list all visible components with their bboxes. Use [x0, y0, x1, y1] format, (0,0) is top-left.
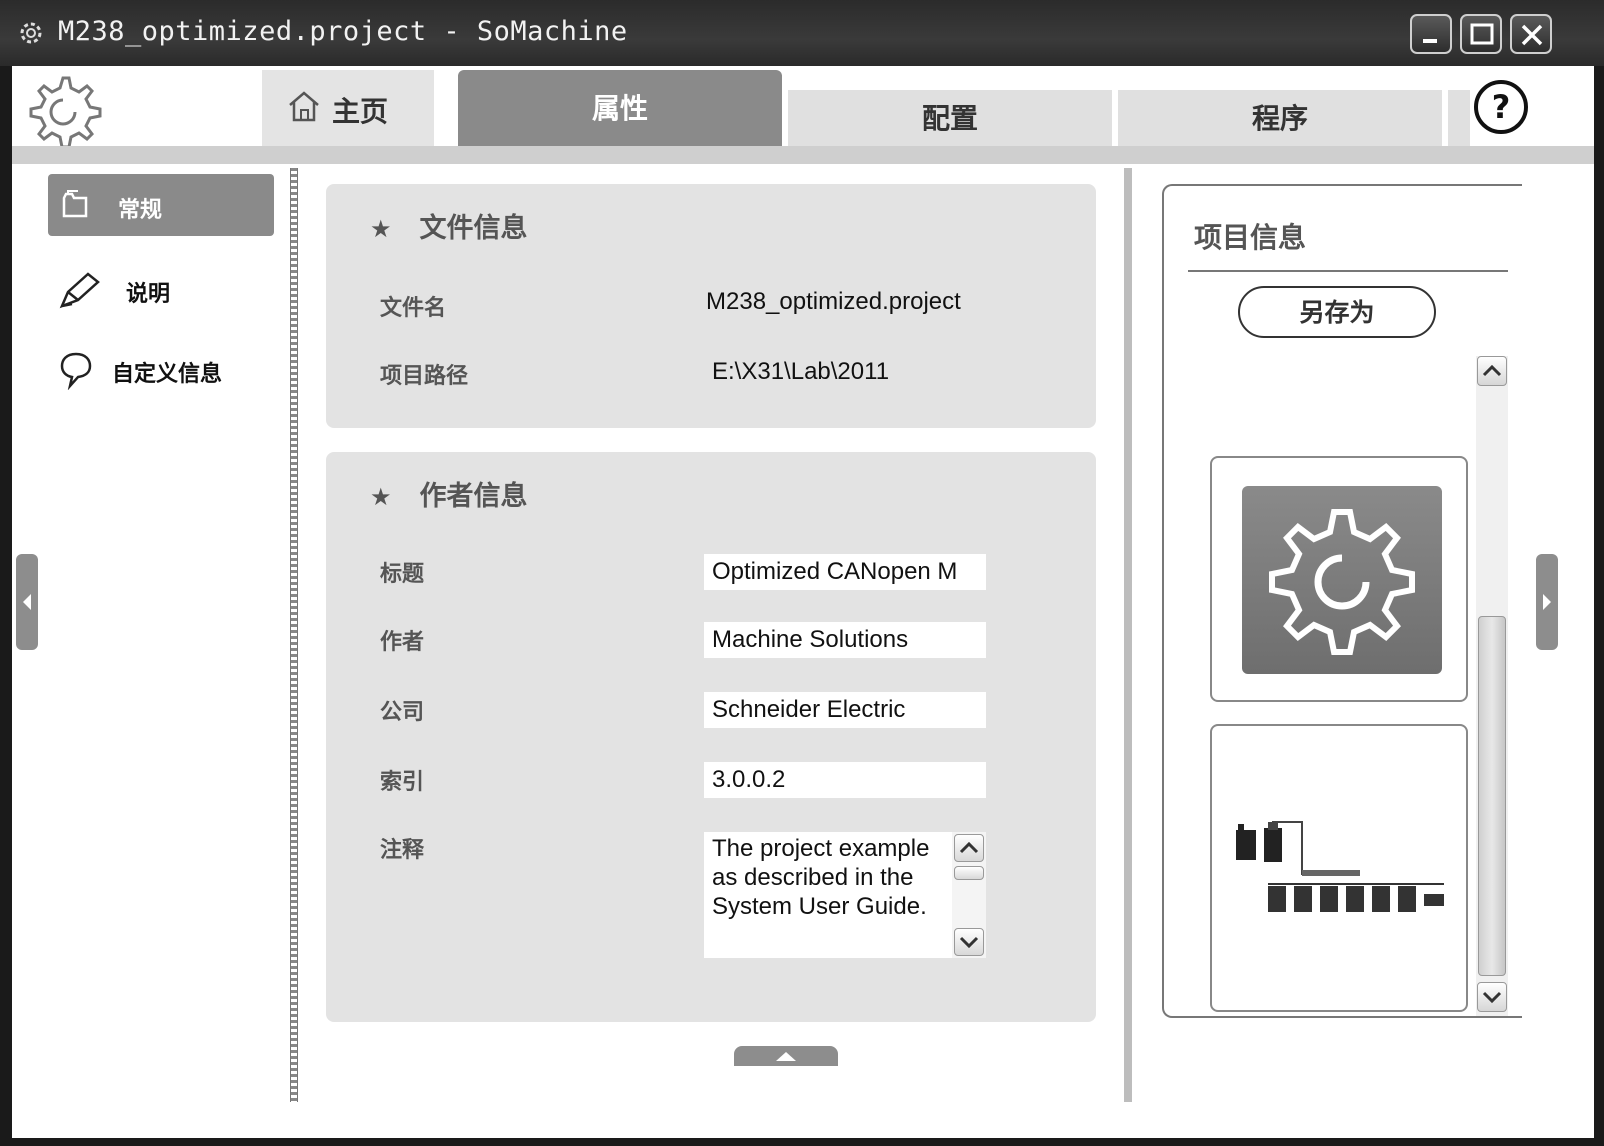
tab-properties[interactable]: 属性: [458, 70, 782, 148]
index-field[interactable]: 3.0.0.2: [704, 762, 986, 798]
gear-icon: [1269, 509, 1415, 655]
network-topology-icon: [1236, 821, 1444, 912]
bubble-icon: [60, 352, 92, 390]
center-splitter[interactable]: [1124, 168, 1132, 1102]
chevron-left-icon: [23, 594, 31, 610]
collapse-left-handle[interactable]: [16, 554, 38, 650]
folder-icon: [62, 190, 88, 218]
nav-custom-info-label: 自定义信息: [112, 362, 223, 387]
filename-label: 文件名: [380, 296, 447, 321]
divider: [1188, 270, 1508, 272]
author-info-title: ★ 作者信息: [370, 474, 528, 513]
somachine-logo-icon: [29, 76, 102, 149]
close-button[interactable]: [1510, 14, 1552, 54]
scroll-up-button[interactable]: [954, 834, 984, 862]
title-field[interactable]: Optimized CANopen M: [704, 554, 986, 590]
file-info-title-text: 文件信息: [419, 213, 528, 244]
maximize-button[interactable]: [1460, 14, 1502, 54]
nav-description-label: 说明: [126, 282, 171, 307]
tab-home[interactable]: 主页: [262, 70, 434, 148]
file-info-title: ★ 文件信息: [370, 206, 528, 245]
chevron-up-icon: [1482, 364, 1502, 377]
project-path-label: 项目路径: [380, 364, 469, 389]
window-title: M238_optimized.project - SoMachine: [58, 16, 628, 47]
minimize-button[interactable]: [1410, 14, 1452, 54]
project-thumbnail-topology[interactable]: [1210, 724, 1468, 1012]
gear-icon: [20, 22, 42, 44]
title-label: 标题: [380, 562, 425, 587]
gear-tile: [1242, 486, 1442, 674]
star-icon: ★: [370, 215, 392, 243]
left-splitter[interactable]: [290, 168, 298, 1102]
scroll-up-button[interactable]: [1477, 356, 1507, 386]
chevron-down-icon: [959, 936, 979, 949]
help-icon[interactable]: ?: [1472, 78, 1530, 136]
star-icon: ★: [370, 483, 392, 511]
chevron-up-icon: [776, 1052, 796, 1061]
comment-scrollbar[interactable]: [952, 832, 986, 958]
index-label: 索引: [380, 770, 425, 795]
app-window: M238_optimized.project - SoMachine 主页 属性…: [0, 0, 1604, 1146]
tab-program[interactable]: 程序: [1118, 90, 1442, 148]
author-field[interactable]: Machine Solutions: [704, 622, 986, 658]
author-label: 作者: [380, 630, 425, 655]
scroll-down-button[interactable]: [954, 928, 984, 956]
tab-configuration[interactable]: 配置: [788, 90, 1112, 148]
chevron-right-icon: [1543, 594, 1551, 610]
nav-general-label: 常规: [118, 198, 163, 223]
project-thumbnail-gear[interactable]: [1210, 456, 1468, 702]
minimize-icon: [1423, 39, 1437, 43]
project-info-panel: 项目信息 另存为: [1162, 184, 1522, 1018]
file-info-panel: ★ 文件信息 文件名 M238_optimized.project 项目路径 E:…: [326, 184, 1096, 428]
nav-item-general[interactable]: 常规: [48, 174, 274, 236]
title-bar: M238_optimized.project - SoMachine: [0, 0, 1604, 66]
filename-value: M238_optimized.project: [706, 288, 961, 315]
save-as-button[interactable]: 另存为: [1238, 286, 1436, 338]
home-icon: [289, 91, 319, 122]
ribbon: 主页 属性 配置 程序 ?: [12, 66, 1594, 164]
nav-item-description[interactable]: 说明: [48, 258, 274, 320]
comment-textarea[interactable]: The project example as described in the …: [704, 832, 986, 958]
pen-icon: [59, 272, 100, 309]
collapse-bottom-handle[interactable]: [734, 1046, 838, 1066]
company-field[interactable]: Schneider Electric: [704, 692, 986, 728]
maximize-icon: [1470, 23, 1494, 45]
project-path-value: E:\X31\Lab\2011: [712, 358, 890, 385]
ribbon-strip: [12, 146, 1594, 164]
client-area: 主页 属性 配置 程序 ? 常规 说明 自定义信息 ★ 文件信息 文件名 M23…: [12, 66, 1594, 1138]
nav-item-custom-info[interactable]: 自定义信息: [48, 338, 274, 400]
collapse-right-handle[interactable]: [1536, 554, 1558, 650]
scroll-down-button[interactable]: [1477, 982, 1507, 1012]
comment-text: The project example as described in the …: [712, 835, 930, 920]
tab-home-label: 主页: [332, 95, 389, 128]
chevron-down-icon: [1482, 991, 1502, 1004]
tab-overflow[interactable]: [1448, 90, 1470, 148]
chevron-up-icon: [959, 841, 979, 854]
project-info-scrollbar[interactable]: [1476, 356, 1508, 1016]
author-info-title-text: 作者信息: [419, 481, 528, 512]
comment-label: 注释: [380, 838, 425, 863]
scroll-thumb[interactable]: [954, 866, 984, 880]
author-info-panel: ★ 作者信息 标题 Optimized CANopen M 作者 Machine …: [326, 452, 1096, 1022]
close-icon: [1521, 24, 1543, 46]
company-label: 公司: [380, 700, 425, 725]
svg-text:?: ?: [1492, 88, 1511, 126]
scroll-thumb[interactable]: [1478, 616, 1506, 976]
project-info-title: 项目信息: [1194, 221, 1307, 254]
